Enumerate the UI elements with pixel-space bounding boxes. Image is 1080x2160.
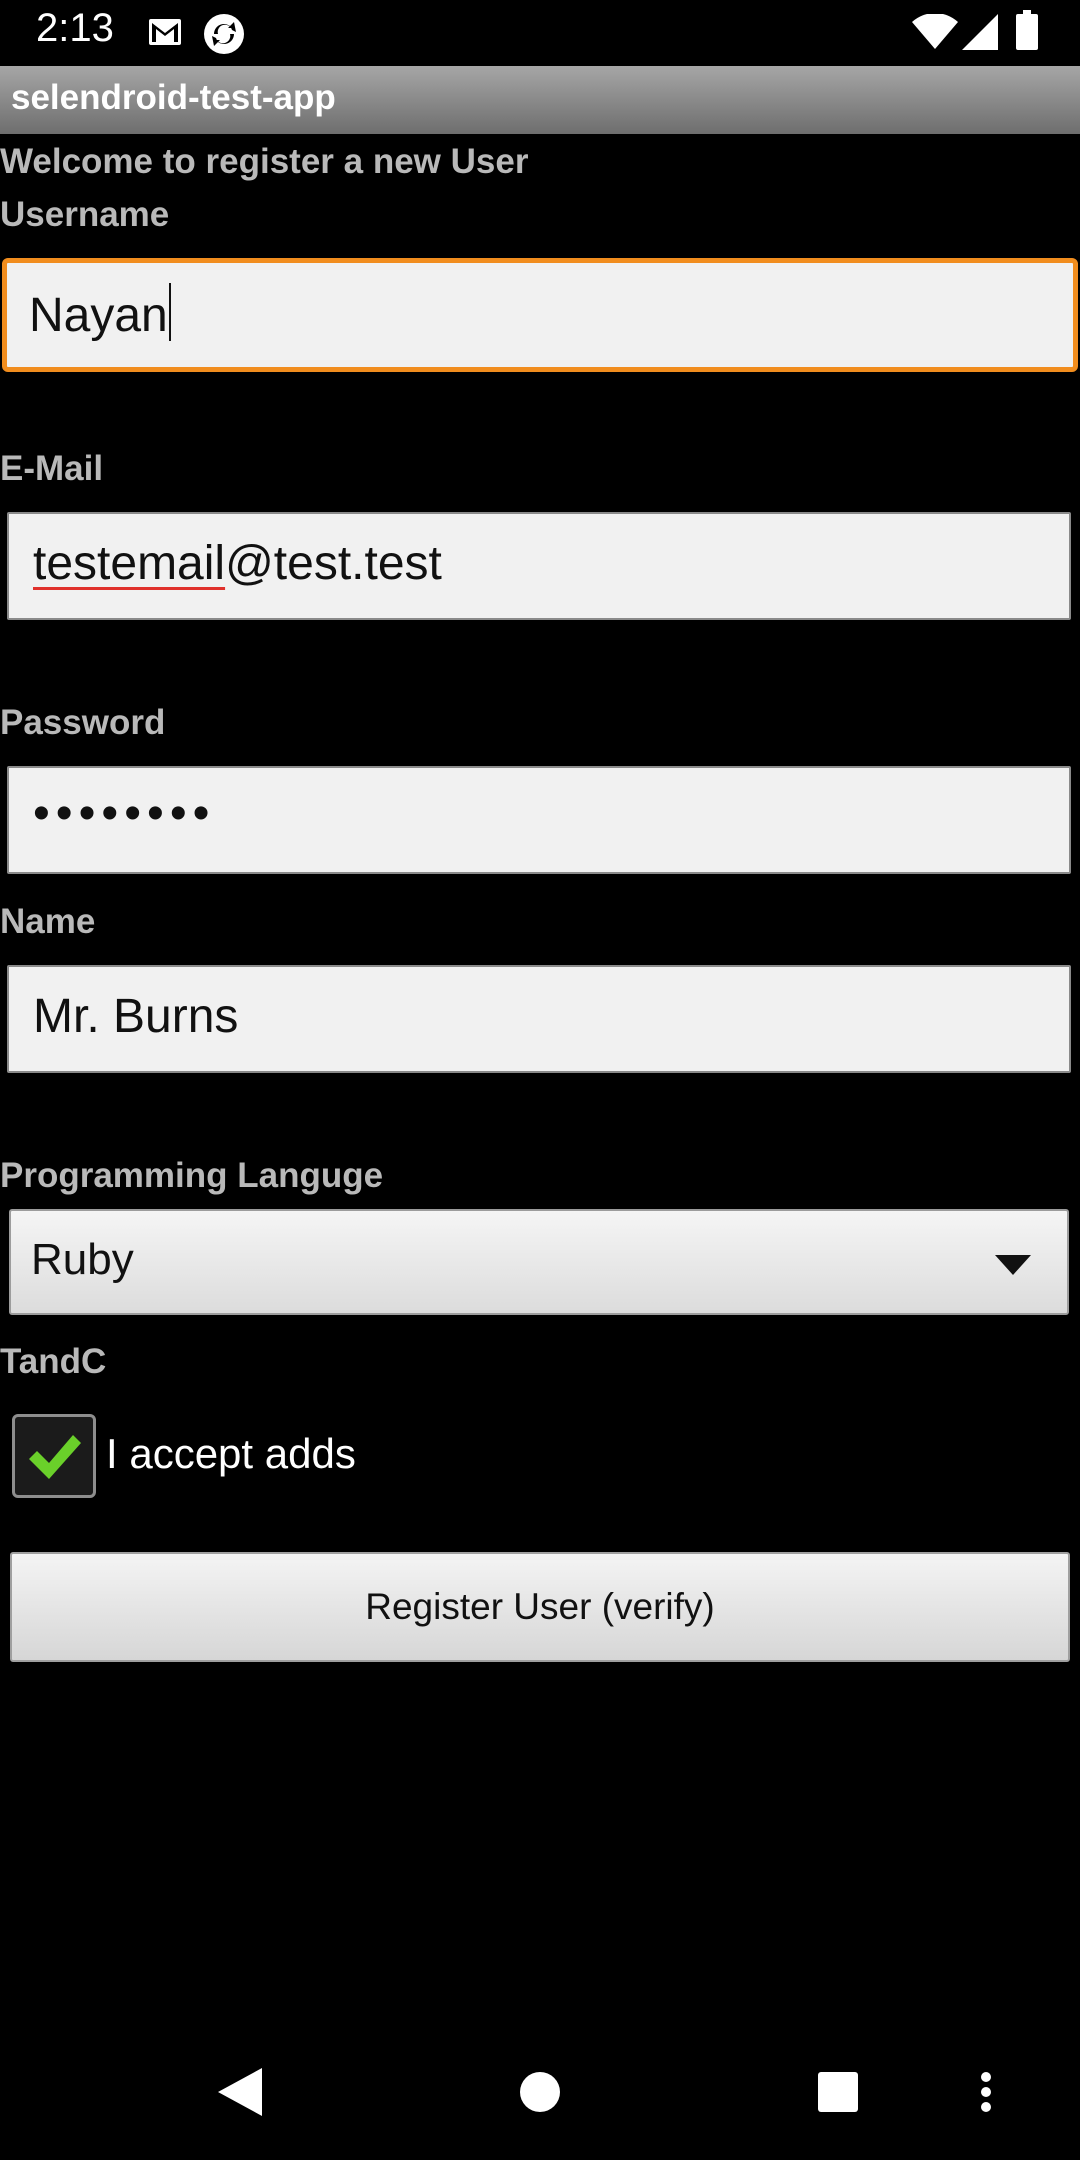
dropdown-arrow-icon [995, 1255, 1031, 1279]
sync-icon [202, 12, 246, 60]
username-value: Nayan [29, 289, 168, 342]
signal-icon [962, 14, 998, 54]
battery-icon [1016, 10, 1038, 54]
app-title-bar: selendroid-test-app [0, 66, 1080, 134]
navigation-bar [0, 2040, 1080, 2160]
wifi-icon [912, 13, 958, 54]
status-bar: 2:13 [0, 0, 1080, 66]
tandc-label: TandC [0, 1342, 107, 1381]
text-caret [168, 283, 171, 341]
password-value: •••••••• [33, 787, 216, 840]
email-input[interactable]: testemail@test.test [7, 512, 1071, 620]
accept-adds-label[interactable]: I accept adds [106, 1430, 356, 1478]
accept-adds-checkbox[interactable] [12, 1414, 96, 1498]
back-icon[interactable] [218, 2068, 262, 2120]
gmail-icon [148, 18, 182, 50]
checkmark-icon [29, 1435, 81, 1479]
language-value: Ruby [31, 1235, 134, 1284]
username-label: Username [0, 195, 170, 234]
language-label: Programming Languge [0, 1156, 384, 1195]
app-title: selendroid-test-app [11, 78, 336, 117]
email-value-domain: @test.test [225, 537, 442, 590]
name-input[interactable]: Mr. Burns [7, 965, 1071, 1073]
register-user-button[interactable]: Register User (verify) [10, 1552, 1070, 1662]
password-input[interactable]: •••••••• [7, 766, 1071, 874]
status-time: 2:13 [36, 6, 114, 50]
email-label: E-Mail [0, 449, 104, 488]
home-icon[interactable] [520, 2072, 560, 2116]
username-input[interactable]: Nayan [2, 258, 1078, 372]
password-label: Password [0, 703, 166, 742]
overflow-menu-icon[interactable] [980, 2072, 992, 2116]
name-value: Mr. Burns [33, 990, 239, 1043]
name-label: Name [0, 902, 96, 941]
email-value-misspelled: testemail [33, 537, 226, 590]
register-button-label: Register User (verify) [365, 1586, 715, 1627]
welcome-text: Welcome to register a new User [0, 142, 529, 181]
recents-icon[interactable] [818, 2072, 858, 2116]
language-spinner[interactable]: Ruby [9, 1209, 1069, 1315]
